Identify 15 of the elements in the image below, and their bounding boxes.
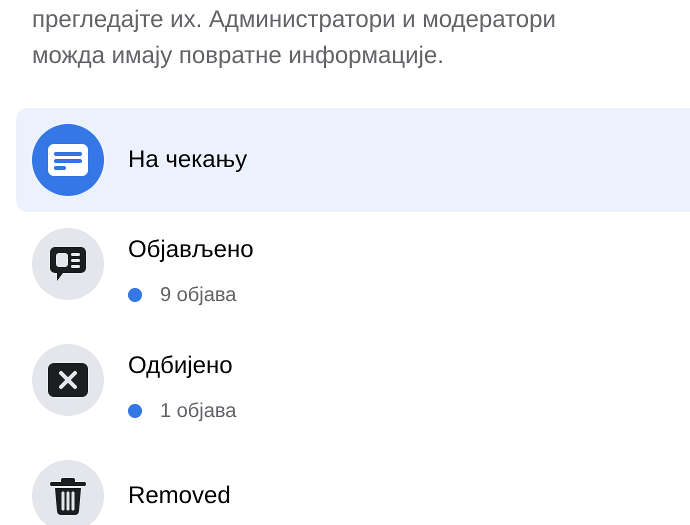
close-icon	[48, 363, 88, 397]
status-title: На чекању	[128, 145, 248, 175]
message-card-icon	[48, 144, 88, 176]
status-title: Removed	[128, 481, 231, 511]
post-count: 1 објава	[160, 400, 236, 422]
status-list-item[interactable]: Објављено 9 објава	[16, 212, 690, 328]
trash-icon	[50, 477, 86, 515]
status-list-item[interactable]: Одбијено 1 објава	[16, 328, 690, 444]
status-title: Одбијено	[128, 351, 234, 381]
speech-bubble-icon	[49, 245, 87, 283]
description-text: прегледајте их. Администратори и модератори можда имају повратне информације.	[31, 5, 557, 71]
status-list-item[interactable]: На чекању	[16, 108, 690, 212]
status-list-item[interactable]: Removed	[16, 444, 690, 525]
status-title: Објављено	[128, 235, 254, 265]
post-count: 9 објава	[160, 284, 236, 306]
